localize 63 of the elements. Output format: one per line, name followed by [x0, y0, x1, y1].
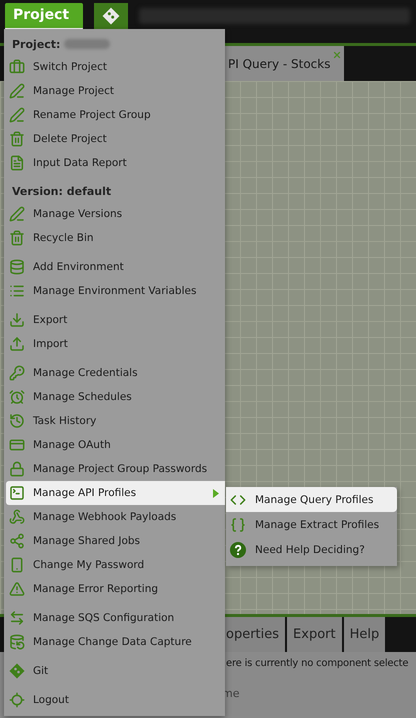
arrows-icon	[9, 610, 25, 626]
warning-icon	[9, 581, 25, 597]
menu-item[interactable]: Manage Project	[6, 79, 225, 103]
menu-item[interactable]: Task History	[6, 409, 225, 433]
blurred-name	[64, 39, 110, 49]
alarm-clock-icon	[9, 389, 25, 405]
pencil-icon	[9, 83, 25, 99]
menu-item[interactable]: Delete Project	[6, 127, 225, 151]
panel-tab[interactable]: Export	[287, 617, 342, 652]
history-icon	[9, 413, 25, 429]
help-icon	[230, 542, 246, 558]
empty-message: ere is currently no component selecte	[226, 658, 408, 669]
upload-icon	[9, 336, 25, 352]
menu-item[interactable]: Manage Shared Jobs	[6, 529, 225, 553]
menu-item[interactable]: Input Data Report	[6, 151, 225, 175]
menu-item[interactable]: Manage Error Reporting	[6, 577, 225, 601]
menu-item[interactable]: Manage Versions	[6, 202, 225, 226]
trash-icon	[9, 131, 25, 147]
download-icon	[9, 312, 25, 328]
menu-item[interactable]: Manage Environment Variables	[6, 279, 225, 303]
menu-item[interactable]: Add Environment	[6, 255, 225, 279]
menu-item[interactable]: Logout	[6, 688, 225, 712]
document-icon	[9, 155, 25, 171]
git-button[interactable]	[94, 2, 128, 30]
menu-item[interactable]: Manage Webhook Payloads	[6, 505, 225, 529]
menu-item[interactable]: Manage Query Profiles	[226, 487, 397, 512]
menu-item[interactable]: Manage API Profiles	[6, 481, 225, 505]
briefcase-icon	[9, 59, 25, 75]
braces-icon	[230, 516, 246, 532]
menu-item[interactable]: Recycle Bin	[6, 226, 225, 250]
terminal-icon	[9, 485, 25, 501]
database-icon	[9, 259, 25, 275]
list-icon	[9, 283, 25, 299]
menu-item[interactable]: Manage OAuth	[6, 433, 225, 457]
menu-item[interactable]: Rename Project Group	[6, 103, 225, 127]
database-icon	[9, 634, 25, 650]
section-heading: Project:	[12, 38, 60, 50]
pencil-icon	[9, 206, 25, 222]
menu-item[interactable]: Switch Project	[6, 55, 225, 79]
menu-item[interactable]: Change My Password	[6, 553, 225, 577]
menu-item[interactable]: Import	[6, 332, 225, 356]
editor-tab[interactable]: PI Query - Stocks	[224, 46, 344, 81]
phone-icon	[9, 557, 25, 573]
menu-item[interactable]: Export	[6, 308, 225, 332]
panel-tab[interactable]: Help	[344, 617, 386, 652]
share-icon	[9, 533, 25, 549]
webhook-icon	[9, 509, 25, 525]
target-icon	[9, 692, 25, 708]
git-logo-icon	[102, 7, 120, 25]
menu-item[interactable]: Manage Project Group Passwords	[6, 457, 225, 481]
menu-item[interactable]: Manage Extract Profiles	[226, 512, 397, 537]
menu-item[interactable]: Need Help Deciding?	[226, 537, 397, 562]
menu-item[interactable]: Git	[6, 659, 225, 683]
trash-icon	[9, 230, 25, 246]
submenu-arrow-icon	[213, 488, 219, 498]
menu-item[interactable]: Manage Credentials	[6, 361, 225, 385]
menu-item[interactable]: Manage Schedules	[6, 385, 225, 409]
git-icon	[9, 663, 25, 679]
card-icon	[9, 437, 25, 453]
section-heading: Version: default	[12, 184, 112, 198]
key-icon	[9, 365, 25, 381]
lock-icon	[9, 461, 25, 477]
pencil-icon	[9, 107, 25, 123]
